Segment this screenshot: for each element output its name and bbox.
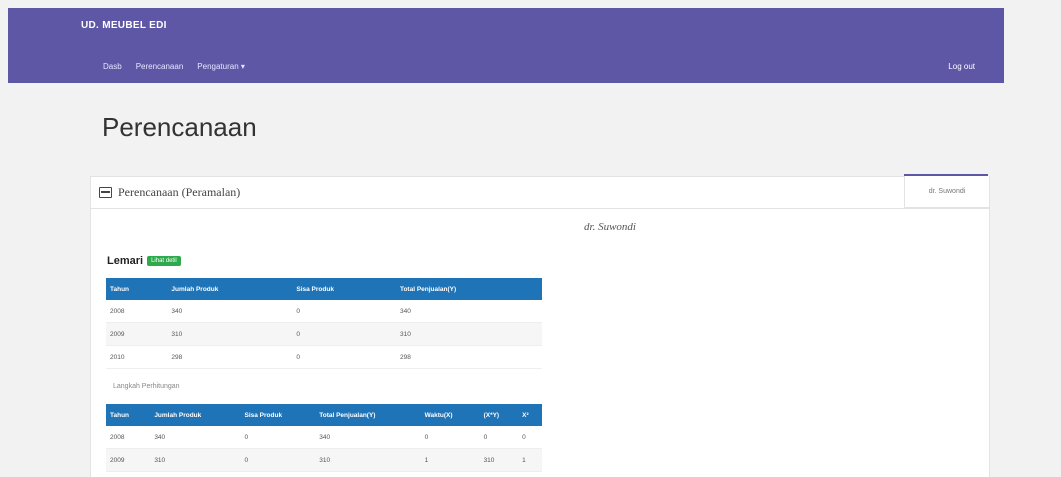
table-cell: 2009 [106, 322, 168, 346]
col-header: Tahun [106, 278, 168, 300]
brand-name[interactable]: UD. MEUBEL EDI [81, 20, 167, 31]
col-header: X² [518, 404, 542, 426]
col-header: Sisa Produk [292, 278, 396, 300]
table-row: 2008 340 0 340 0 0 0 [106, 426, 542, 449]
item-label: Lemari [107, 255, 144, 267]
table-cell: 2008 [106, 300, 168, 323]
panel-heading: Perencanaan (Peramalan) [91, 177, 989, 209]
calculation-table: Tahun Jumlah Produk Sisa Produk Total Pe… [106, 404, 542, 472]
table-cell: 310 [479, 448, 519, 472]
table-cell: 0 [292, 345, 396, 369]
client-name: dr. Suwondi [584, 221, 636, 233]
table-cell: 2008 [106, 426, 151, 449]
col-header: Jumlah Produk [167, 278, 293, 300]
table-cell: 310 [150, 448, 241, 472]
logout-link[interactable]: Log out [948, 62, 975, 71]
table-row: 2010 298 0 298 [106, 345, 542, 369]
table-cell: 1 [518, 448, 542, 472]
panel-heading-text: Perencanaan (Peramalan) [118, 185, 241, 199]
forecast-panel: Perencanaan (Peramalan) dr. Suwondi Lema… [90, 176, 990, 477]
col-header: Waktu(X) [420, 404, 480, 426]
nav-link-perencanaan[interactable]: Perencanaan [136, 62, 184, 71]
table-cell: 2010 [106, 345, 168, 369]
item-title: Lemari Lihat detil [107, 255, 181, 267]
table-cell: 2009 [106, 448, 151, 472]
table-cell: 0 [240, 448, 316, 472]
table-cell: 0 [518, 426, 542, 449]
table-cell: 1 [420, 448, 480, 472]
table-cell: 0 [420, 426, 480, 449]
col-header: Total Penjualan(Y) [395, 278, 542, 300]
col-header: Jumlah Produk [150, 404, 241, 426]
table-cell: 298 [395, 345, 542, 369]
table-cell: 340 [150, 426, 241, 449]
col-header: Sisa Produk [240, 404, 316, 426]
top-navbar: UD. MEUBEL EDI Dasb Perencanaan Pengatur… [8, 8, 1004, 83]
table-cell: 310 [395, 322, 542, 346]
table-cell: 310 [315, 448, 421, 472]
table-row: 2009 310 0 310 [106, 322, 542, 346]
table-cell: 340 [315, 426, 421, 449]
table-cell: 0 [240, 426, 316, 449]
nav-link-pengaturan[interactable]: Pengaturan ▾ [197, 62, 245, 71]
calculation-steps-caption: Langkah Perhitungan [113, 383, 180, 390]
nav-link-dashboard[interactable]: Dasb [103, 62, 122, 71]
inbox-icon [99, 187, 112, 198]
tab-client[interactable]: dr. Suwondi [904, 176, 990, 208]
table-header-row: Tahun Jumlah Produk Sisa Produk Total Pe… [106, 278, 542, 300]
table-row: 2008 340 0 340 [106, 300, 542, 323]
col-header: Tahun [106, 404, 151, 426]
nav-menu: Dasb Perencanaan Pengaturan ▾ [103, 62, 245, 71]
table-cell: 340 [395, 300, 542, 323]
detail-badge-button[interactable]: Lihat detil [147, 256, 181, 266]
col-header: Total Penjualan(Y) [315, 404, 421, 426]
sales-table: Tahun Jumlah Produk Sisa Produk Total Pe… [106, 278, 542, 369]
table-cell: 340 [167, 300, 293, 323]
table-header-row: Tahun Jumlah Produk Sisa Produk Total Pe… [106, 404, 542, 426]
table-cell: 0 [292, 300, 396, 323]
table-cell: 310 [167, 322, 293, 346]
table-cell: 0 [292, 322, 396, 346]
table-cell: 298 [167, 345, 293, 369]
table-row: 2009 310 0 310 1 310 1 [106, 448, 542, 472]
col-header: (X*Y) [479, 404, 519, 426]
table-cell: 0 [479, 426, 519, 449]
page-title: Perencanaan [102, 112, 257, 142]
